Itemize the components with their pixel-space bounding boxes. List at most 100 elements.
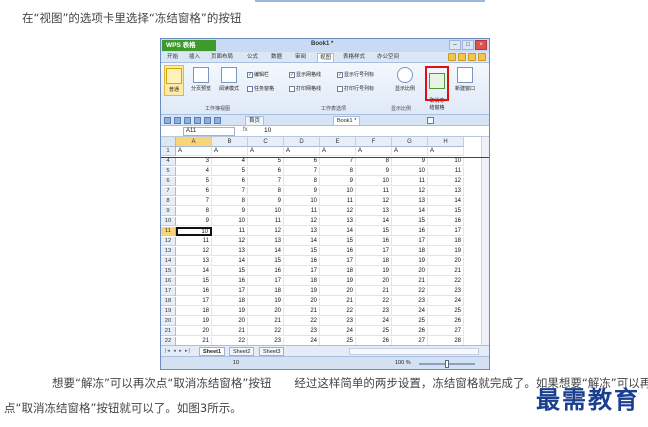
column-header[interactable]: B	[212, 137, 248, 147]
row-header[interactable]: 4	[161, 157, 176, 166]
table-cell[interactable]: 12	[284, 217, 320, 226]
table-cell[interactable]: 11	[356, 187, 392, 196]
table-cell[interactable]: 9	[212, 207, 248, 216]
table-cell[interactable]: 12	[176, 247, 212, 256]
table-cell[interactable]: 15	[392, 217, 428, 226]
table-cell[interactable]: 17	[320, 257, 356, 266]
table-cell[interactable]: 25	[392, 317, 428, 326]
table-cell[interactable]: 8	[320, 167, 356, 176]
table-cell[interactable]: 19	[212, 307, 248, 316]
select-all-corner[interactable]	[161, 137, 176, 147]
row-header[interactable]: 7	[161, 187, 176, 196]
table-cell[interactable]: 13	[176, 257, 212, 266]
table-cell[interactable]: 7	[212, 187, 248, 196]
save-icon[interactable]	[164, 117, 171, 124]
table-cell[interactable]: 11	[428, 167, 464, 176]
table-cell[interactable]: 17	[176, 297, 212, 306]
table-cell[interactable]: 17	[248, 277, 284, 286]
formula-bar-checkbox[interactable]: ✓ 编辑栏	[247, 71, 269, 78]
sheet-nav-arrows[interactable]: |◂ ◂ ▸ ▸|	[165, 348, 191, 354]
print-gridlines-checkbox[interactable]: 打印网格线	[289, 85, 321, 92]
table-cell[interactable]: 24	[428, 297, 464, 306]
table-cell[interactable]: 22	[428, 277, 464, 286]
table-cell[interactable]: 18	[356, 257, 392, 266]
doc-tab-home[interactable]: 首页	[245, 116, 265, 126]
table-cell[interactable]: 4	[212, 157, 248, 166]
zoom-button[interactable]: 显示比例	[393, 67, 417, 92]
table-cell[interactable]: 12	[320, 207, 356, 216]
row-header[interactable]: 5	[161, 167, 176, 176]
table-cell[interactable]: 18	[284, 277, 320, 286]
new-window-button[interactable]: 新建窗口	[451, 67, 479, 92]
table-cell[interactable]: 10	[212, 217, 248, 226]
tab-review[interactable]: 审阅	[293, 53, 308, 62]
table-cell[interactable]: 18	[428, 237, 464, 246]
table-cell[interactable]: 14	[320, 227, 356, 236]
task-pane-checkbox[interactable]: 任务窗格	[247, 85, 274, 92]
table-cell[interactable]: 10	[392, 167, 428, 176]
table-cell[interactable]: 7	[176, 197, 212, 206]
table-cell[interactable]: 23	[428, 287, 464, 296]
preview-icon[interactable]	[194, 117, 201, 124]
row-header[interactable]: 10	[161, 217, 176, 226]
table-cell[interactable]: 11	[320, 197, 356, 206]
table-cell[interactable]: 13	[284, 227, 320, 236]
reading-mode-button[interactable]: 阅读模式	[217, 67, 241, 92]
table-cell[interactable]: 14	[212, 257, 248, 266]
table-cell[interactable]: 7	[284, 167, 320, 176]
table-cell[interactable]: 18	[248, 287, 284, 296]
table-cell[interactable]: 16	[176, 287, 212, 296]
table-cell[interactable]: 22	[320, 307, 356, 316]
spreadsheet-grid[interactable]: A B C D E F G H 1 A A A A A A A A 4 3 4 5 6 7 8 9 10 5 4 5 6 7 8 9 10 11 6 5…	[161, 137, 489, 355]
table-cell[interactable]: 6	[212, 177, 248, 186]
table-cell[interactable]: 8	[212, 197, 248, 206]
table-cell[interactable]: 16	[284, 257, 320, 266]
table-cell[interactable]: 4	[176, 167, 212, 176]
active-cell[interactable]: 10	[176, 227, 212, 236]
table-cell[interactable]: 12	[392, 187, 428, 196]
home-icon[interactable]	[458, 53, 466, 61]
table-cell[interactable]: 19	[248, 297, 284, 306]
table-cell[interactable]: 20	[284, 297, 320, 306]
formula-input[interactable]: 10	[264, 127, 271, 134]
table-cell[interactable]: 20	[248, 307, 284, 316]
table-cell[interactable]: 16	[356, 237, 392, 246]
column-header[interactable]: E	[320, 137, 356, 147]
sheet-tab-2[interactable]: Sheet2	[229, 347, 255, 356]
minimize-button[interactable]: –	[449, 40, 461, 50]
row-header[interactable]: 14	[161, 257, 176, 266]
table-cell[interactable]: 17	[212, 287, 248, 296]
row-header[interactable]: 21	[161, 327, 176, 336]
table-cell[interactable]: 10	[320, 187, 356, 196]
table-cell[interactable]: A	[176, 147, 212, 156]
tab-data[interactable]: 数据	[269, 53, 284, 62]
table-cell[interactable]: 9	[356, 167, 392, 176]
table-cell[interactable]: 22	[248, 327, 284, 336]
page-break-preview-button[interactable]: 分页预览	[189, 67, 213, 92]
row-header[interactable]: 9	[161, 207, 176, 216]
table-cell[interactable]: 21	[356, 287, 392, 296]
table-cell[interactable]: 11	[284, 207, 320, 216]
table-cell[interactable]: 13	[392, 197, 428, 206]
table-cell[interactable]: 23	[392, 297, 428, 306]
table-cell[interactable]: 12	[212, 237, 248, 246]
table-cell[interactable]: 12	[428, 177, 464, 186]
table-cell[interactable]: 10	[284, 197, 320, 206]
table-cell[interactable]: 9	[392, 157, 428, 166]
row-header[interactable]: 17	[161, 287, 176, 296]
table-cell[interactable]: 8	[248, 187, 284, 196]
table-cell[interactable]: 14	[284, 237, 320, 246]
table-cell[interactable]: 14	[176, 267, 212, 276]
table-cell[interactable]: 21	[392, 277, 428, 286]
table-cell[interactable]: 10	[428, 157, 464, 166]
table-cell[interactable]: 20	[356, 277, 392, 286]
table-cell[interactable]: 19	[356, 267, 392, 276]
vertical-scrollbar[interactable]	[481, 137, 489, 355]
table-cell[interactable]: 17	[428, 227, 464, 236]
row-header[interactable]: 8	[161, 197, 176, 206]
table-cell[interactable]: 6	[176, 187, 212, 196]
table-cell[interactable]: 9	[320, 177, 356, 186]
row-header[interactable]: 1	[161, 147, 176, 156]
table-cell[interactable]: 20	[176, 327, 212, 336]
table-cell[interactable]: 13	[356, 207, 392, 216]
